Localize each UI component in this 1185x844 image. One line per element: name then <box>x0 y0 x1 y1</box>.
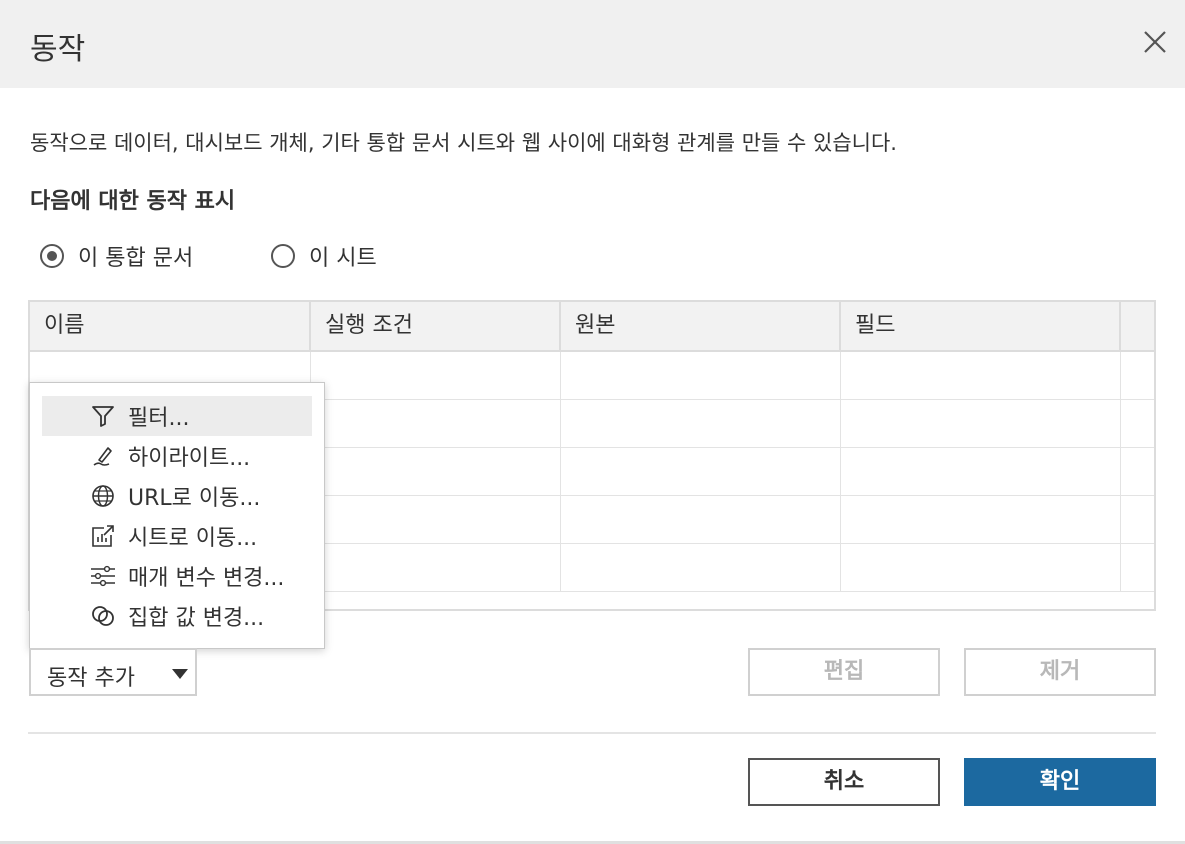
table-cell <box>311 496 561 543</box>
ok-button[interactable]: 확인 <box>964 758 1156 806</box>
table-cell <box>311 448 561 495</box>
table-cell <box>841 544 1121 591</box>
table-cell <box>841 352 1121 399</box>
cancel-button[interactable]: 취소 <box>748 758 940 806</box>
radio-label: 이 통합 문서 <box>78 246 194 271</box>
remove-button[interactable]: 제거 <box>964 648 1156 696</box>
table-cell <box>841 496 1121 543</box>
dialog-description: 동작으로 데이터, 대시보드 개체, 기타 통합 문서 시트와 웹 사이에 대화… <box>30 131 897 155</box>
menu-item-go-to-sheet[interactable]: 시트로 이동... <box>42 516 312 556</box>
close-icon[interactable] <box>1140 27 1170 57</box>
table-header: 이름 실행 조건 원본 필드 <box>30 302 1154 352</box>
radio-label: 이 시트 <box>309 246 377 271</box>
menu-item-highlight[interactable]: 하이라이트... <box>42 436 312 476</box>
set-icon <box>88 601 118 631</box>
globe-icon <box>88 481 118 511</box>
menu-item-label: 하이라이트... <box>128 446 251 471</box>
dialog-header: 동작 <box>0 0 1185 88</box>
menu-item-change-parameter[interactable]: 매개 변수 변경... <box>42 556 312 596</box>
menu-item-filter[interactable]: 필터... <box>42 396 312 436</box>
add-action-menu: 필터... 하이라이트... URL로 이동... 시트로 이동... 매개 변… <box>29 382 325 649</box>
table-cell <box>311 400 561 447</box>
dialog-title: 동작 <box>30 32 86 67</box>
sheet-link-icon <box>88 521 118 551</box>
radio-unchecked-icon[interactable] <box>271 244 295 268</box>
menu-item-change-set-values[interactable]: 집합 값 변경... <box>42 596 312 636</box>
column-header-run-on[interactable]: 실행 조건 <box>311 302 561 350</box>
radio-sheet[interactable]: 이 시트 <box>271 240 377 272</box>
edit-button[interactable]: 편집 <box>748 648 940 696</box>
menu-item-label: 필터... <box>128 406 190 431</box>
highlight-icon <box>88 441 118 471</box>
radio-workbook[interactable]: 이 통합 문서 <box>40 240 193 272</box>
table-cell <box>841 400 1121 447</box>
filter-icon <box>88 401 118 431</box>
table-cell <box>311 544 561 591</box>
radio-checked-icon[interactable] <box>40 244 64 268</box>
table-cell <box>311 352 561 399</box>
table-cell <box>561 544 841 591</box>
column-header-name[interactable]: 이름 <box>30 302 311 350</box>
menu-item-label: 매개 변수 변경... <box>128 566 285 591</box>
section-label: 다음에 대한 동작 표시 <box>30 189 236 214</box>
table-cell <box>561 352 841 399</box>
column-header-fields[interactable]: 필드 <box>841 302 1121 350</box>
table-cell <box>561 448 841 495</box>
caret-down-icon <box>172 669 188 679</box>
add-action-label: 동작 추가 <box>47 666 135 691</box>
menu-item-go-to-url[interactable]: URL로 이동... <box>42 476 312 516</box>
footer-divider <box>28 732 1156 734</box>
column-header-source[interactable]: 원본 <box>561 302 841 350</box>
menu-item-label: 시트로 이동... <box>128 526 258 551</box>
table-cell <box>561 496 841 543</box>
menu-item-label: 집합 값 변경... <box>128 606 265 631</box>
menu-item-label: URL로 이동... <box>128 486 261 511</box>
add-action-button[interactable]: 동작 추가 <box>29 648 197 696</box>
sliders-icon <box>88 561 118 591</box>
table-cell <box>561 400 841 447</box>
table-cell <box>841 448 1121 495</box>
